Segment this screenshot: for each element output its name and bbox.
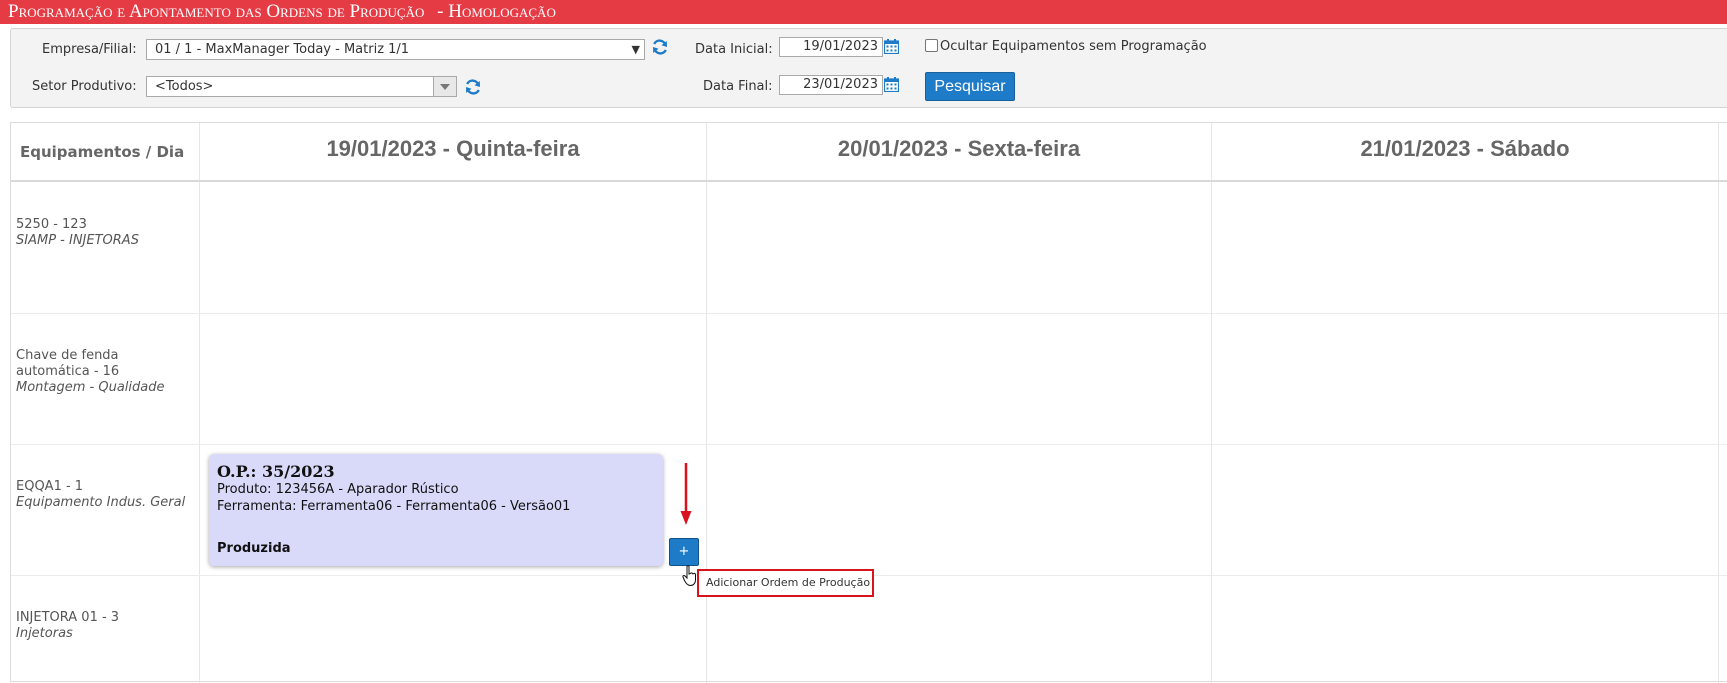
op-ferramenta: Ferramenta: Ferramenta06 - Ferramenta06 … xyxy=(217,499,571,514)
column-divider xyxy=(1718,123,1719,683)
op-produto: Produto: 123456A - Aparador Rústico xyxy=(217,482,459,497)
add-order-tooltip: Adicionar Ordem de Produção xyxy=(697,569,874,597)
column-divider xyxy=(706,123,707,683)
ocultar-checkbox[interactable] xyxy=(925,39,938,52)
equipment-row-label: Chave de fenda automática - 16 Montagem … xyxy=(16,348,164,396)
ocultar-label: Ocultar Equipamentos sem Programação xyxy=(940,39,1207,54)
equipment-name-cont: automática - 16 xyxy=(16,364,120,379)
equipment-sector: Injetoras xyxy=(16,626,73,641)
window-title-bar: Programação e Apontamento das Ordens de … xyxy=(0,0,1727,24)
day-header: 21/01/2023 - Sábado xyxy=(1360,136,1570,161)
chevron-down-icon: ▼ xyxy=(631,43,640,56)
equipment-name: 5250 - 123 xyxy=(16,217,87,232)
data-final-input[interactable]: 23/01/2023 xyxy=(779,75,883,95)
production-order-card[interactable]: O.P.: 35/2023 Produto: 123456A - Aparado… xyxy=(209,454,663,566)
row-divider xyxy=(11,444,1727,445)
pesquisar-button[interactable]: Pesquisar xyxy=(925,72,1015,101)
column-divider xyxy=(1211,123,1212,683)
equipment-name: INJETORA 01 - 3 xyxy=(16,610,120,625)
dropdown-arrow-icon xyxy=(433,77,456,96)
row-divider xyxy=(11,313,1727,314)
environment-label: - Homologação xyxy=(437,1,556,22)
data-inicial-label: Data Inicial: xyxy=(695,42,773,57)
header-divider xyxy=(11,180,1727,182)
day-header: 19/01/2023 - Quinta-feira xyxy=(326,136,580,161)
day-header: 20/01/2023 - Sexta-feira xyxy=(837,136,1081,161)
column-divider xyxy=(199,123,200,683)
equipment-sector: SIAMP - INJETORAS xyxy=(16,233,139,248)
op-title: O.P.: 35/2023 xyxy=(217,462,335,481)
empresa-label: Empresa/Filial: xyxy=(42,42,137,57)
equipment-row-label: INJETORA 01 - 3 Injetoras xyxy=(16,610,119,642)
empresa-select-value: 01 / 1 - MaxManager Today - Matriz 1/1 xyxy=(155,42,410,57)
equipment-name: EQQA1 - 1 xyxy=(16,479,84,494)
annotation-arrow-icon xyxy=(680,463,692,525)
data-inicial-input[interactable]: 19/01/2023 xyxy=(779,37,883,57)
schedule-grid xyxy=(10,122,1727,682)
calendar-icon[interactable] xyxy=(884,77,899,92)
refresh-icon[interactable] xyxy=(651,38,669,56)
setor-select-value: <Todos> xyxy=(155,79,214,94)
op-status: Produzida xyxy=(217,541,291,556)
equipment-row-label: EQQA1 - 1 Equipamento Indus. Geral xyxy=(16,479,185,511)
page-title: Programação e Apontamento das Ordens de … xyxy=(8,1,425,22)
empresa-select[interactable]: 01 / 1 - MaxManager Today - Matriz 1/1 ▼ xyxy=(146,39,645,60)
equipment-sector: Montagem - Qualidade xyxy=(16,380,165,395)
equipment-sector: Equipamento Indus. Geral xyxy=(16,495,186,510)
calendar-icon[interactable] xyxy=(884,39,899,54)
setor-select[interactable]: <Todos> xyxy=(146,76,457,97)
refresh-icon[interactable] xyxy=(464,78,482,96)
data-final-label: Data Final: xyxy=(703,79,773,94)
setor-label: Setor Produtivo: xyxy=(32,79,137,94)
equipamentos-dia-header: Equipamentos / Dia xyxy=(20,143,185,161)
equipment-name: Chave de fenda xyxy=(16,348,119,363)
equipment-row-label: 5250 - 123 SIAMP - INJETORAS xyxy=(16,217,139,249)
add-production-order-button[interactable]: + xyxy=(669,538,699,566)
hand-cursor-icon xyxy=(682,565,696,587)
